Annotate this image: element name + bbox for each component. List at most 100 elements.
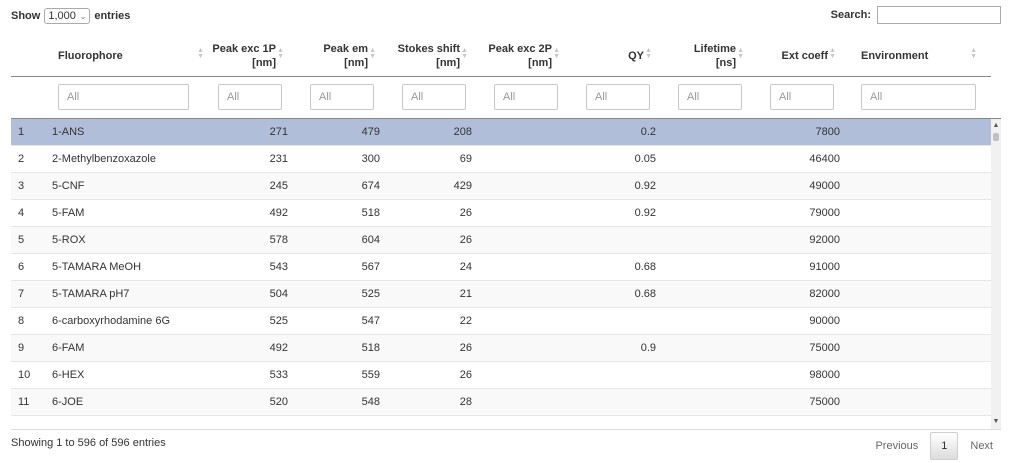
filter-input-environment[interactable]: All xyxy=(861,84,976,110)
table-row[interactable]: 7 5-TAMARA pH7 504 525 21 0.68 82000 xyxy=(11,281,991,308)
table-row[interactable]: 10 6-HEX 533 559 26 98000 xyxy=(11,362,991,389)
cell-peak-exc-1p: 520 xyxy=(269,396,288,408)
cell-qy xyxy=(579,308,656,334)
cell-fluorophore: 5-CNF xyxy=(52,180,85,192)
cell-ext-coeff: 46400 xyxy=(809,153,840,165)
cell-stokes: 22 xyxy=(459,315,472,327)
table-body-viewport[interactable]: 1 1-ANS 271 479 208 0.2 7800 2 2-Methylbenzoxazo… xyxy=(11,118,1001,430)
cell-qy: 0.2 xyxy=(640,126,656,138)
cell-peak-em: 567 xyxy=(361,261,380,273)
filter-placeholder: All xyxy=(411,91,424,103)
table-row[interactable]: 11 6-JOE 520 548 28 75000 xyxy=(11,389,991,416)
column-header-line1: Fluorophore xyxy=(58,50,123,62)
cell-peak-exc-2p xyxy=(487,200,564,226)
cell-peak-exc-1p: 231 xyxy=(269,153,288,165)
cell-lifetime xyxy=(671,281,748,307)
table-row[interactable]: 3 5-CNF 245 674 429 0.92 49000 xyxy=(11,173,991,200)
scroll-thumb[interactable] xyxy=(993,133,999,141)
column-header-environment[interactable]: Environment ▲ ▼ xyxy=(861,36,981,76)
cell-lifetime xyxy=(671,362,748,388)
scroll-down-icon[interactable]: ▼ xyxy=(991,417,1001,427)
sort-icon: ▲ ▼ xyxy=(970,47,977,60)
cell-peak-exc-1p: 578 xyxy=(269,234,288,246)
filter-input-peak-exc-1p[interactable]: All xyxy=(218,84,282,110)
cell-fluorophore: 5-TAMARA MeOH xyxy=(52,261,142,273)
column-header-line1: Peak em xyxy=(323,43,368,55)
chevron-down-icon: ⌄ xyxy=(79,11,87,21)
column-header-label: QY xyxy=(628,49,644,63)
cell-qy: 0.68 xyxy=(634,261,656,273)
search-input[interactable] xyxy=(877,6,1001,24)
cell-idx: 11 xyxy=(18,396,30,408)
pagination: Previous 1 Next xyxy=(865,432,1003,460)
page-1-button[interactable]: 1 xyxy=(930,432,959,460)
column-header-ext-coeff[interactable]: Ext coeff ▲ ▼ xyxy=(763,36,840,76)
filter-input-lifetime[interactable]: All xyxy=(678,84,742,110)
cell-peak-exc-2p xyxy=(487,173,564,199)
filter-placeholder: All xyxy=(595,91,608,103)
cell-qy: 0.92 xyxy=(634,180,656,192)
column-header-stokes[interactable]: Stokes shift [nm] ▲ ▼ xyxy=(395,36,472,76)
filter-input-peak-exc-2p[interactable]: All xyxy=(494,84,558,110)
filter-input-ext-coeff[interactable]: All xyxy=(770,84,834,110)
cell-stokes: 24 xyxy=(459,261,472,273)
cell-qy: 0.92 xyxy=(634,207,656,219)
cell-lifetime xyxy=(671,200,748,226)
column-header-fluorophore[interactable]: Fluorophore ▲ ▼ xyxy=(58,36,208,76)
table-row[interactable]: 8 6-carboxyrhodamine 6G 525 547 22 90000 xyxy=(11,308,991,335)
table-row[interactable]: 6 5-TAMARA MeOH 543 567 24 0.68 91000 xyxy=(11,254,991,281)
column-header-peak-em[interactable]: Peak em [nm] ▲ ▼ xyxy=(303,36,380,76)
column-header-unit: [nm] xyxy=(528,57,552,69)
scroll-up-icon[interactable]: ▲ xyxy=(991,121,1001,131)
cell-idx: 7 xyxy=(18,288,25,300)
cell-fluorophore: 6-JOE xyxy=(52,396,84,408)
filter-input-fluorophore[interactable]: All xyxy=(58,84,189,110)
column-header-lifetime[interactable]: Lifetime [ns] ▲ ▼ xyxy=(671,36,748,76)
filter-input-qy[interactable]: All xyxy=(586,84,650,110)
cell-qy xyxy=(579,227,656,253)
cell-peak-exc-2p xyxy=(487,335,564,361)
cell-idx: 1 xyxy=(18,126,25,138)
cell-peak-em: 674 xyxy=(361,180,380,192)
sort-icon: ▲ ▼ xyxy=(829,47,836,60)
cell-fluorophore: 5-ROX xyxy=(52,234,86,246)
column-header-line1: QY xyxy=(628,50,644,62)
entries-select[interactable]: 1,000 ⌄ xyxy=(44,8,91,24)
previous-button[interactable]: Previous xyxy=(865,433,928,459)
vertical-scrollbar[interactable]: ▲ ▼ xyxy=(991,119,1001,429)
table-row[interactable]: 5 5-ROX 578 604 26 92000 xyxy=(11,227,991,254)
cell-peak-exc-2p xyxy=(487,227,564,253)
next-button[interactable]: Next xyxy=(960,433,1003,459)
column-header-qy[interactable]: QY ▲ ▼ xyxy=(579,36,656,76)
search-label: Search: xyxy=(830,9,871,21)
cell-peak-em: 559 xyxy=(361,369,380,381)
entries-label: entries xyxy=(94,10,131,22)
cell-idx: 4 xyxy=(18,207,25,219)
cell-lifetime xyxy=(671,119,748,145)
filter-input-peak-em[interactable]: All xyxy=(310,84,374,110)
table-row[interactable]: 4 5-FAM 492 518 26 0.92 79000 xyxy=(11,200,991,227)
cell-idx: 5 xyxy=(18,234,25,246)
cell-stokes: 28 xyxy=(459,396,472,408)
cell-peak-exc-2p xyxy=(487,281,564,307)
cell-peak-exc-1p: 492 xyxy=(269,207,288,219)
filter-input-stokes[interactable]: All xyxy=(402,84,466,110)
cell-peak-em: 300 xyxy=(361,153,380,165)
table-row[interactable]: 1 1-ANS 271 479 208 0.2 7800 xyxy=(11,119,991,146)
sort-icon: ▲ ▼ xyxy=(645,47,652,60)
cell-qy: 0.9 xyxy=(640,342,656,354)
column-header-label: Stokes shift [nm] xyxy=(398,42,460,70)
cell-peak-em: 518 xyxy=(361,207,380,219)
cell-qy: 0.05 xyxy=(634,153,656,165)
column-header-label: Peak em [nm] xyxy=(323,42,368,70)
cell-fluorophore: 6-carboxyrhodamine 6G xyxy=(52,315,171,327)
table-row[interactable]: 9 6-FAM 492 518 26 0.9 75000 xyxy=(11,335,991,362)
column-header-peak-exc-2p[interactable]: Peak exc 2P [nm] ▲ ▼ xyxy=(487,36,564,76)
entries-select-value: 1,000 xyxy=(48,10,76,22)
table-row[interactable]: 2 2-Methylbenzoxazole 231 300 69 0.05 46400 xyxy=(11,146,991,173)
cell-ext-coeff: 75000 xyxy=(809,396,840,408)
cell-peak-exc-1p: 492 xyxy=(269,342,288,354)
cell-idx: 6 xyxy=(18,261,25,273)
cell-peak-exc-2p xyxy=(487,146,564,172)
column-header-peak-exc-1p[interactable]: Peak exc 1P [nm] ▲ ▼ xyxy=(211,36,288,76)
